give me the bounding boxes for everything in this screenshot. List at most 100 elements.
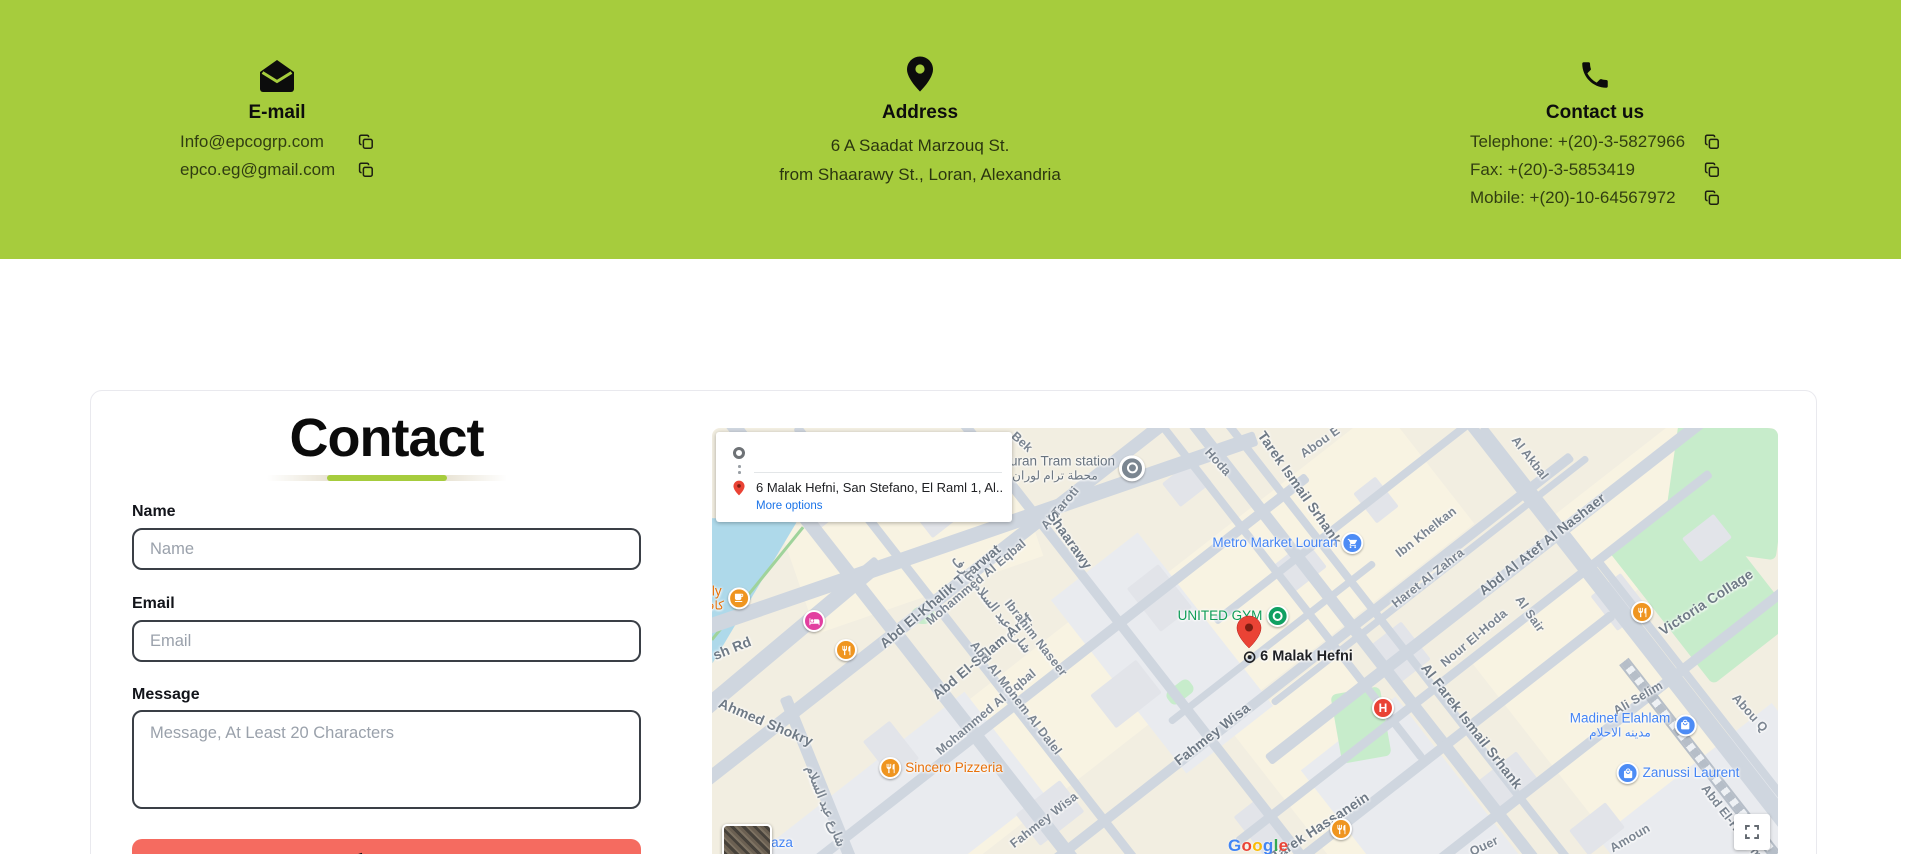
contact-column: Contact us Telephone: +(20)-3-5827966 Fa…	[1448, 56, 1742, 209]
shopping-bag-icon[interactable]	[1616, 762, 1639, 784]
shopping-bag-icon[interactable]	[1674, 714, 1697, 736]
contact-form: Contact Name Email Message Submit	[132, 408, 641, 854]
poi-label[interactable]: Sincero Pizzeria	[905, 760, 1003, 776]
location-pin-icon	[906, 56, 934, 92]
poi[interactable]: UNITED GYM	[1178, 605, 1289, 627]
email-value: epco.eg@gmail.com	[180, 160, 336, 179]
poi[interactable]: Metro Market Louran	[1212, 532, 1364, 554]
target-icon[interactable]	[1243, 650, 1256, 663]
email-title: E-mail	[248, 102, 306, 123]
fullscreen-icon	[1745, 825, 1759, 839]
map[interactable]: 6 Malak Hefni, San Stefano, El Raml 1, A…	[712, 428, 1778, 854]
destination-pin-icon	[733, 480, 745, 496]
satellite-layer-button[interactable]	[722, 824, 772, 854]
cafe-icon[interactable]	[727, 587, 750, 609]
email-row: Info@epcogrp.com	[180, 131, 374, 153]
restaurant-icon[interactable]	[879, 757, 902, 779]
envelope-icon	[259, 56, 295, 92]
gym-icon[interactable]	[1266, 605, 1289, 627]
message-label: Message	[132, 686, 200, 703]
more-options-link[interactable]: More options	[756, 500, 822, 512]
copy-icon	[358, 134, 373, 149]
message-textarea[interactable]	[132, 710, 641, 809]
restaurant-icon[interactable]	[1631, 601, 1653, 623]
contact-rows: Telephone: +(20)-3-5827966 Fax: +(20)-3-…	[1470, 131, 1720, 209]
tram-icon[interactable]	[1119, 455, 1146, 481]
copy-icon	[1704, 162, 1719, 177]
submit-button[interactable]: Submit	[132, 839, 641, 854]
poi[interactable]: Zanussi Laurent	[1616, 762, 1740, 784]
address-line: from Shaarawy St., Loran, Alexandria	[779, 165, 1061, 184]
google-logo-letter: o	[1252, 836, 1263, 854]
route-dot	[738, 471, 741, 474]
destination-text[interactable]: 6 Malak Hefni, San Stefano, El Raml 1, A…	[756, 480, 1004, 495]
email-rows: Info@epcogrp.com epco.eg@gmail.com	[180, 131, 374, 181]
card-divider	[754, 472, 1002, 473]
poi-label[interactable]: Madinet Elahlam مدينه الاحلام	[1570, 710, 1671, 739]
poi[interactable]: 6 Malak Hefni	[1243, 649, 1353, 666]
contact-card: Contact Name Email Message Submit	[90, 390, 1817, 854]
google-logo-letter: g	[1262, 836, 1274, 854]
telephone-value: Telephone: +(20)-3-5827966	[1470, 132, 1686, 151]
poi[interactable]: Louran Tram station محطة ترام لوران	[995, 453, 1146, 482]
map-canvas: 6 Malak Hefni, San Stefano, El Raml 1, A…	[712, 428, 1778, 854]
hotel-icon[interactable]	[803, 610, 825, 632]
email-row: epco.eg@gmail.com	[180, 159, 374, 181]
google-logo-letter: e	[1278, 836, 1289, 854]
poi-label[interactable]: ulyكاف	[712, 583, 724, 612]
contact-title: Contact us	[1545, 102, 1645, 123]
address-line: 6 A Saadat Marzouq St.	[830, 136, 1010, 155]
fullscreen-button[interactable]	[1734, 814, 1770, 850]
copy-button[interactable]	[1704, 162, 1720, 178]
directions-card: 6 Malak Hefni, San Stefano, El Raml 1, A…	[716, 432, 1012, 522]
poi[interactable]: ulyكاف	[712, 583, 750, 612]
title-divider	[266, 475, 507, 481]
address-title: Address	[881, 102, 959, 123]
mobile-row: Mobile: +(20)-10-64567972	[1470, 187, 1720, 209]
phone-row: Telephone: +(20)-3-5827966	[1470, 131, 1720, 153]
shopping-cart-icon[interactable]	[1341, 532, 1364, 554]
fax-value: Fax: +(20)-3-5853419	[1470, 160, 1635, 179]
destination-marker-icon[interactable]	[1236, 615, 1262, 649]
poi[interactable]	[803, 610, 825, 632]
street-label: Bek	[1008, 428, 1036, 456]
copy-button[interactable]	[1704, 134, 1720, 150]
restaurant-icon[interactable]	[835, 639, 857, 661]
copy-icon	[1704, 134, 1719, 149]
poi[interactable]	[1236, 615, 1262, 649]
copy-button[interactable]	[358, 134, 374, 150]
poi[interactable]	[1330, 818, 1352, 840]
info-header: E-mail Info@epcogrp.com epco.eg@gmail.co…	[0, 0, 1901, 259]
copy-icon	[358, 162, 373, 177]
name-input[interactable]	[132, 528, 641, 570]
route-dot	[738, 465, 741, 468]
poi[interactable]: Sincero Pizzeria	[879, 757, 1003, 779]
google-logo[interactable]: Google	[1228, 836, 1288, 854]
mobile-value: Mobile: +(20)-10-64567972	[1470, 188, 1676, 207]
address-column: Address 6 A Saadat Marzouq St. from Shaa…	[720, 56, 1120, 189]
email-column: E-mail Info@epcogrp.com epco.eg@gmail.co…	[117, 56, 437, 181]
page-title: Contact	[289, 408, 485, 468]
poi[interactable]	[835, 639, 857, 661]
copy-icon	[1704, 190, 1719, 205]
poi-label[interactable]: Zanussi Laurent	[1643, 765, 1740, 781]
poi[interactable]: Madinet Elahlam مدينه الاحلام	[1570, 710, 1697, 739]
name-label: Name	[132, 503, 176, 520]
copy-button[interactable]	[358, 162, 374, 178]
email-value: Info@epcogrp.com	[180, 132, 324, 151]
poi-label[interactable]: 6 Malak Hefni	[1260, 649, 1353, 666]
origin-circle-icon	[733, 447, 745, 459]
copy-button[interactable]	[1704, 190, 1720, 206]
poi-label[interactable]: Louran Tram station محطة ترام لوران	[995, 453, 1115, 482]
restaurant-icon[interactable]	[1330, 818, 1352, 840]
poi[interactable]: H	[1372, 697, 1394, 719]
google-logo-letter: G	[1228, 836, 1242, 854]
fax-row: Fax: +(20)-3-5853419	[1470, 159, 1720, 181]
email-label: Email	[132, 595, 175, 612]
poi[interactable]	[1631, 601, 1653, 623]
google-logo-letter: o	[1241, 836, 1253, 854]
phone-icon	[1578, 56, 1612, 92]
email-input[interactable]	[132, 620, 641, 662]
hospital-icon[interactable]: H	[1372, 697, 1394, 719]
poi-label[interactable]: Metro Market Louran	[1212, 535, 1337, 551]
